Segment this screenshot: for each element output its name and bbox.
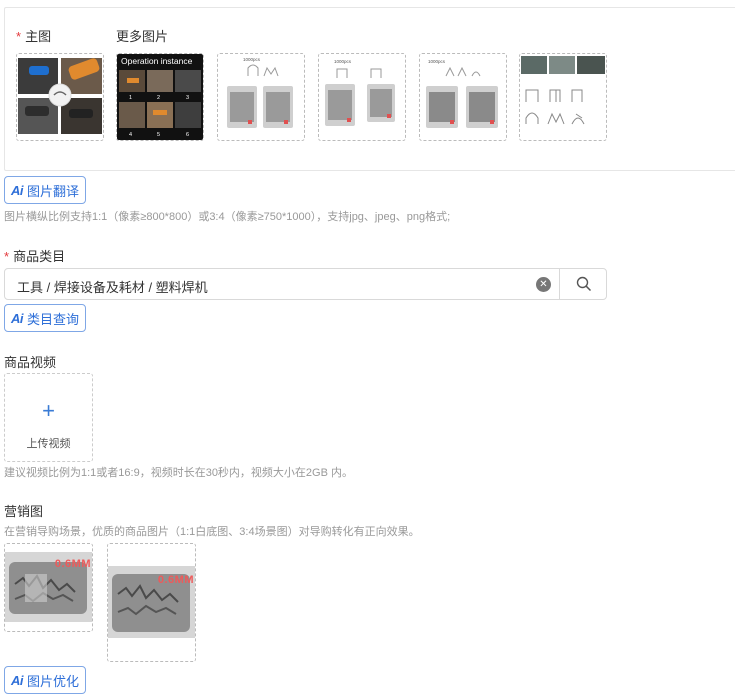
- ai-icon: Ai: [11, 310, 24, 326]
- step-number: 4: [129, 132, 132, 138]
- staples-bag-thumb[interactable]: 1000pcs: [419, 53, 507, 141]
- quantity-caption: 1000pcs: [334, 59, 352, 64]
- marketing-label: 营销图: [4, 504, 44, 519]
- thickness-tag: 0.6MM: [54, 558, 91, 570]
- category-value: 工具 / 焊接设备及耗材 / 塑料焊机: [17, 280, 208, 295]
- upload-video-button[interactable]: + 上传视频: [4, 373, 93, 462]
- required-mark: *: [16, 29, 22, 44]
- image-translate-button[interactable]: Ai 图片翻译: [4, 176, 87, 204]
- marketing-image-2[interactable]: 0.6MM: [107, 543, 196, 662]
- category-label: * 商品类目: [4, 249, 66, 264]
- category-search-button[interactable]: [559, 269, 608, 299]
- category-input[interactable]: 工具 / 焊接设备及耗材 / 塑料焊机 ✕: [4, 268, 607, 300]
- image-optimize-label: 图片优化: [27, 673, 80, 689]
- step-number: 1: [129, 95, 132, 101]
- staples-bag-thumb[interactable]: 1000pcs: [217, 53, 305, 141]
- required-mark: *: [4, 249, 10, 264]
- staple-shapes-thumb[interactable]: [519, 53, 607, 141]
- image-ratio-hint: 图片横纵比例支持1:1（像素≥800*800）或3:4（像素≥750*1000）…: [4, 211, 451, 223]
- plus-icon: +: [42, 398, 55, 423]
- operation-caption: Operation instance: [121, 56, 193, 66]
- search-icon: [576, 276, 592, 292]
- step-number: 6: [186, 132, 189, 138]
- image-translate-label: 图片翻译: [27, 183, 80, 199]
- step-number: 5: [157, 132, 160, 138]
- more-images-label: 更多图片: [116, 29, 169, 44]
- quantity-caption: 1000pcs: [243, 57, 261, 62]
- category-query-button[interactable]: Ai 类目查询: [4, 304, 87, 332]
- clear-icon[interactable]: ✕: [536, 277, 551, 292]
- step-number: 3: [186, 95, 189, 101]
- video-hint: 建议视频比例为1:1或者16:9，视频时长在30秒内，视频大小在2GB 内。: [4, 467, 354, 479]
- step-number: 2: [157, 95, 160, 101]
- upload-video-label: 上传视频: [26, 438, 71, 450]
- category-query-label: 类目查询: [27, 311, 80, 327]
- main-image-thumb[interactable]: [16, 53, 104, 141]
- operation-instance-thumb[interactable]: Operation instance 1 2 3 4 5 6: [116, 53, 204, 141]
- quantity-caption: 1000pcs: [428, 59, 446, 64]
- thickness-tag: 0.6MM: [157, 574, 194, 586]
- main-image-label: * 主图: [16, 29, 52, 44]
- image-optimize-button[interactable]: Ai 图片优化: [4, 666, 87, 694]
- ai-icon: Ai: [11, 182, 24, 198]
- video-label: 商品视频: [4, 355, 57, 370]
- marketing-image-1[interactable]: 0.6MM: [4, 543, 93, 632]
- staples-bag-thumb[interactable]: 1000pcs: [318, 53, 406, 141]
- ai-icon: Ai: [11, 672, 24, 688]
- marketing-hint: 在营销导购场景，优质的商品图片（1:1白底图、3:4场景图）对导购转化有正向效果…: [4, 526, 420, 538]
